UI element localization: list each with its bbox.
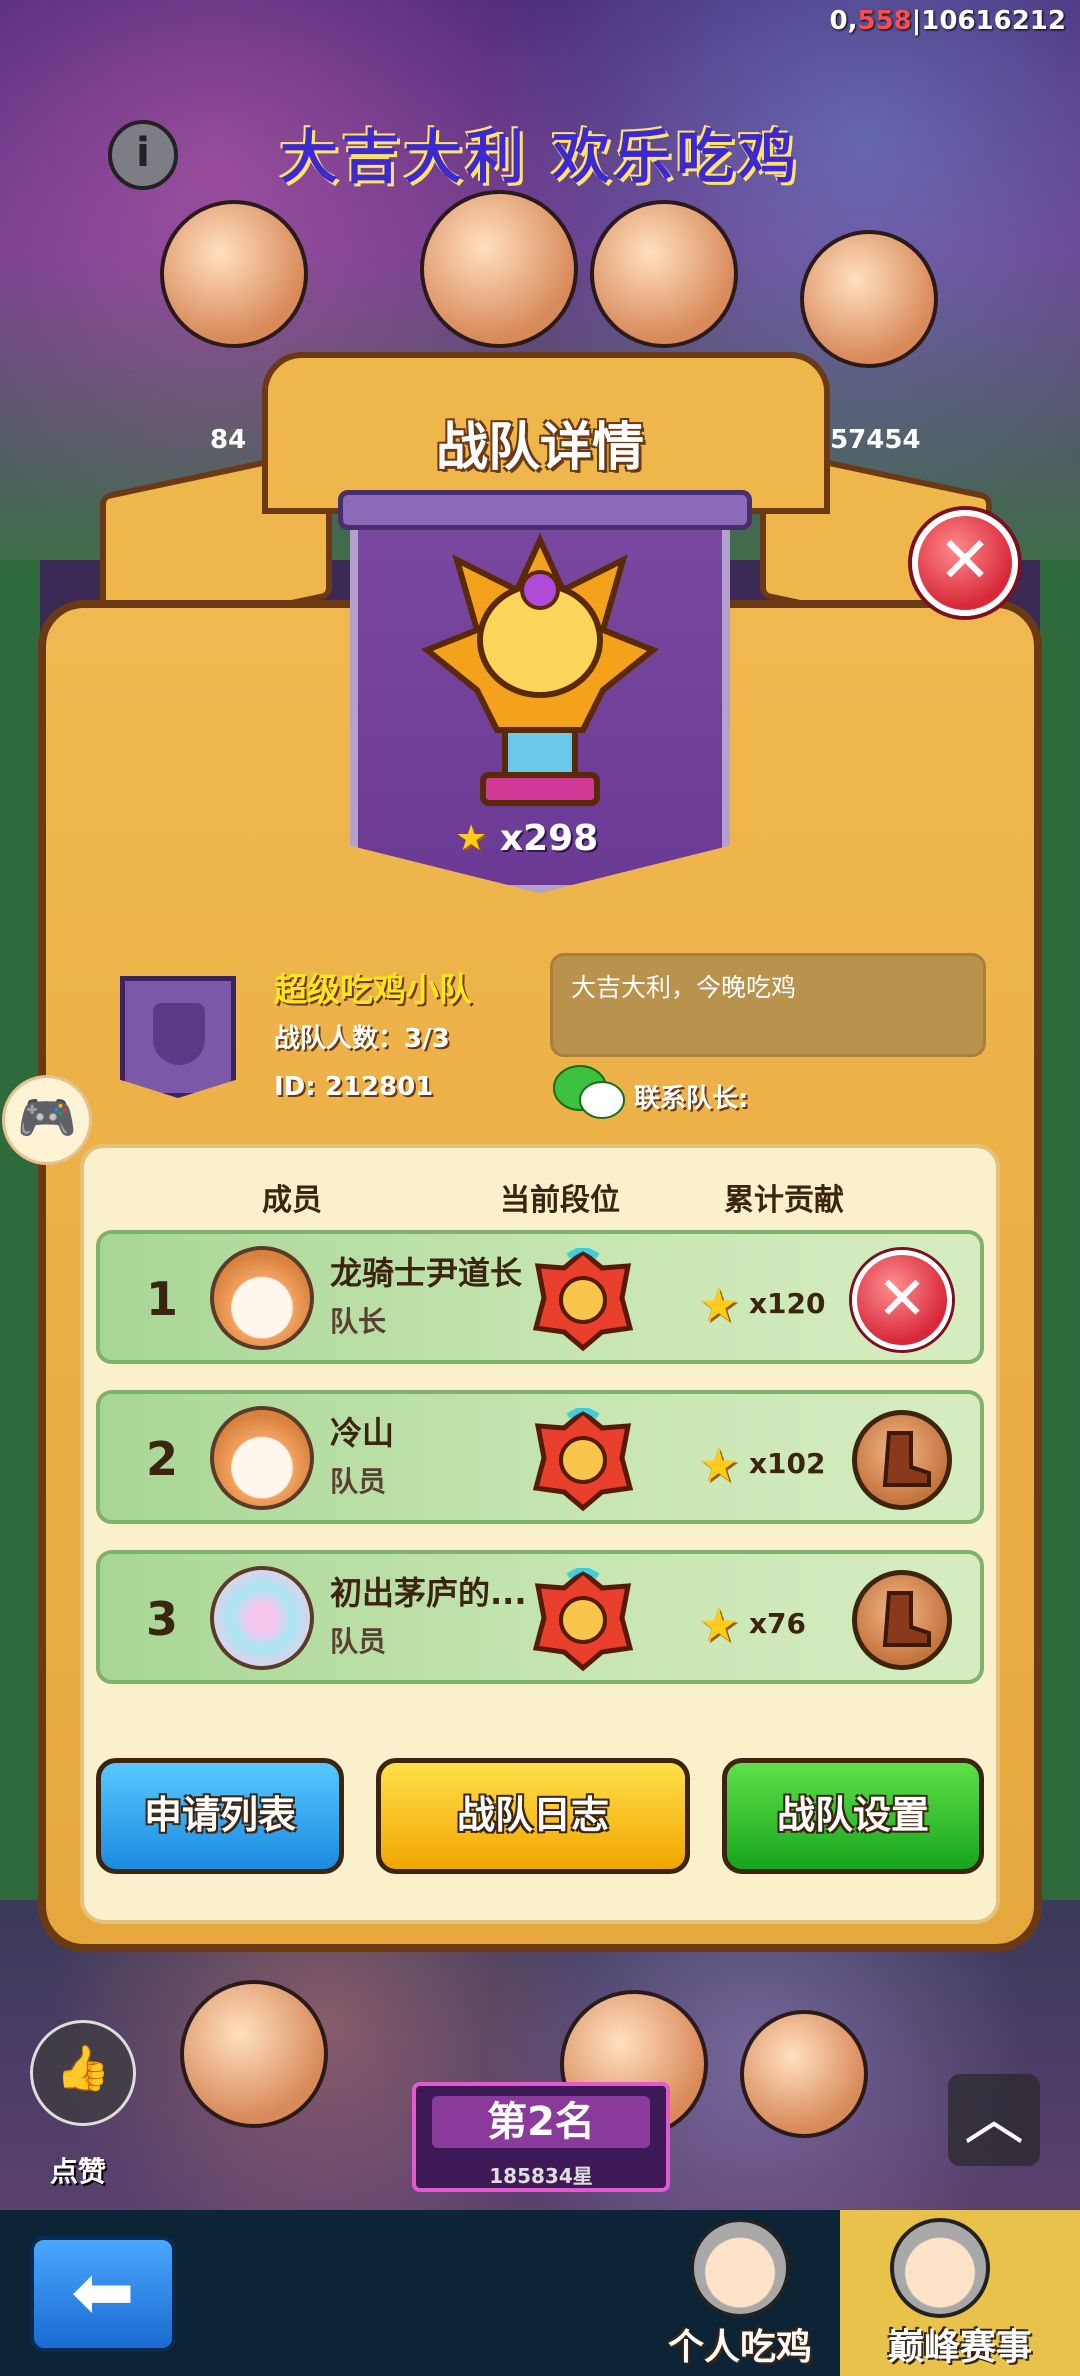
star-icon: ★ [698, 1278, 740, 1332]
team-log-button[interactable]: 战队日志 [376, 1758, 690, 1874]
dragon-trophy-icon [421, 532, 659, 806]
team-member-count: 战队人数：3/3 [274, 1024, 450, 1054]
member-row[interactable]: 3 初出茅庐的... 队员 ★ x76 [96, 1550, 984, 1684]
tab-label: 巅峰赛事 [887, 2327, 1032, 2368]
team-name: 超级吃鸡小队 [274, 970, 472, 1009]
rank-position: 第2名 [432, 2096, 650, 2148]
member-contribution: ★ x102 [698, 1438, 826, 1492]
member-role: 队长 [330, 1305, 387, 1338]
kick-member-button[interactable]: ✕ [852, 1250, 952, 1350]
member-role: 队员 [330, 1625, 387, 1658]
star-icon: ★ [698, 1438, 740, 1492]
rank-star-total: 185834星 [489, 2164, 593, 2188]
member-avatar[interactable] [210, 1566, 314, 1670]
character-avatar [420, 190, 578, 348]
like-label: 点赞 [50, 2155, 107, 2188]
boot-icon [882, 1431, 931, 1487]
team-settings-button[interactable]: 战队设置 [722, 1758, 984, 1874]
team-motto: 大吉大利，今晚吃鸡 [550, 953, 986, 1057]
member-role: 队员 [330, 1465, 387, 1498]
apply-list-button[interactable]: 申请列表 [96, 1758, 344, 1874]
character-avatar [740, 2010, 868, 2138]
character-avatar [160, 200, 308, 348]
rank-badge-icon [532, 1568, 634, 1672]
member-row[interactable]: 1 龙骑士尹道长 队长 ★ x120 ✕ [96, 1230, 984, 1364]
star-icon: ★ [455, 818, 488, 859]
member-row[interactable]: 2 冷山 队员 ★ x102 [96, 1390, 984, 1524]
background-left [0, 560, 40, 1900]
team-emblem [120, 976, 236, 1098]
trophy-star-count: ★ x298 [455, 818, 599, 859]
resource-counter: 0,558|10616212 [829, 6, 1066, 36]
member-contribution: ★ x76 [698, 1598, 807, 1652]
character-avatar [800, 230, 938, 368]
column-member: 成员 [262, 1183, 322, 1218]
tab-label: 个人吃鸡 [667, 2327, 812, 2368]
rank-badge-icon [532, 1408, 634, 1512]
background-right [1040, 560, 1080, 1900]
tab-character-icon [890, 2218, 990, 2318]
tab-character-icon [690, 2218, 790, 2318]
player-score-left: 84 [210, 425, 247, 455]
gamepad-icon[interactable]: 🎮 [2, 1075, 92, 1165]
modal-title: 战队详情 [435, 418, 644, 478]
member-name: 龙骑士尹道长 [330, 1254, 523, 1292]
info-icon[interactable]: i [108, 120, 178, 190]
star-icon: ★ [698, 1598, 740, 1652]
team-id: ID: 212801 [274, 1072, 434, 1102]
column-rank: 当前段位 [500, 1183, 620, 1218]
member-name: 冷山 [330, 1414, 395, 1452]
character-avatar [590, 200, 738, 348]
member-name: 初出茅庐的... [330, 1574, 527, 1612]
thumbs-up-icon[interactable]: 👍 [30, 2020, 136, 2126]
boot-icon [882, 1591, 931, 1647]
member-contribution: ★ x120 [698, 1278, 826, 1332]
member-avatar[interactable] [210, 1406, 314, 1510]
rank-badge-icon [532, 1248, 634, 1352]
column-contribution: 累计贡献 [724, 1183, 844, 1218]
tab-personal[interactable]: 个人吃鸡 [640, 2210, 840, 2376]
boot-icon[interactable] [852, 1410, 952, 1510]
chevron-up-icon[interactable]: ︿ [948, 2074, 1040, 2166]
close-icon[interactable]: ✕ [912, 510, 1018, 616]
character-avatar [180, 1980, 328, 2128]
member-rank-number: 3 [146, 1592, 179, 1646]
member-rank-number: 1 [146, 1272, 179, 1326]
member-rank-number: 2 [146, 1432, 179, 1486]
tab-peak[interactable]: 巅峰赛事 [840, 2210, 1080, 2376]
boot-icon[interactable] [852, 1570, 952, 1670]
shield-icon [153, 1003, 205, 1065]
contact-captain[interactable]: 联系队长: [634, 1078, 748, 1115]
back-arrow-icon[interactable]: ⬅ [30, 2236, 176, 2352]
wechat-icon[interactable] [552, 1062, 628, 1122]
member-avatar[interactable] [210, 1246, 314, 1350]
event-title: 大吉大利 欢乐吃鸡 [279, 123, 801, 191]
